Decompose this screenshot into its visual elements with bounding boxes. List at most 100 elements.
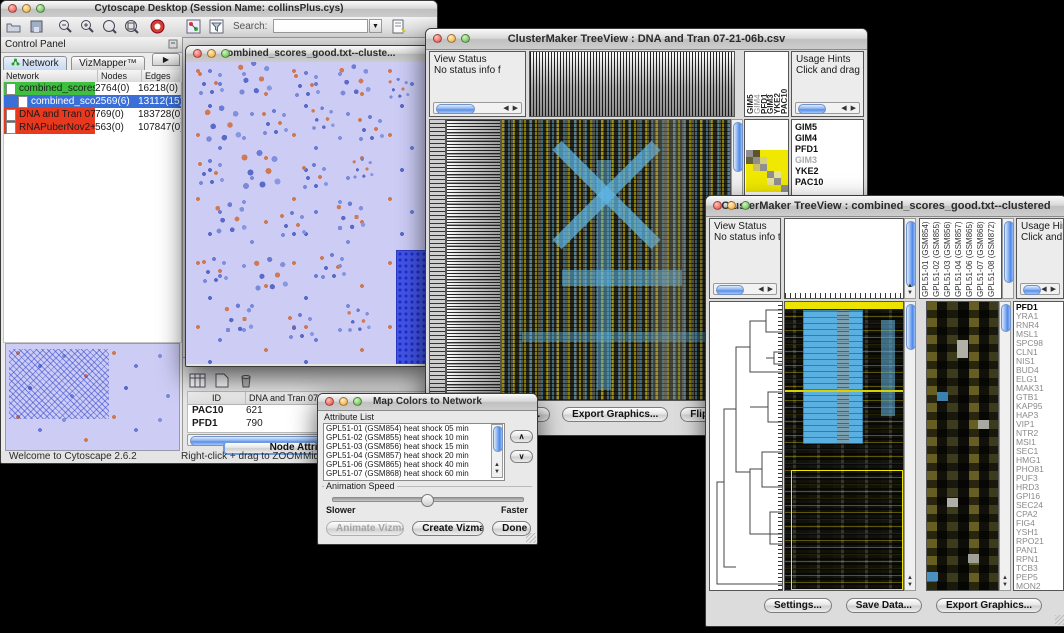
tv2-column-dendrogram[interactable]	[784, 218, 904, 299]
zoom-in-icon[interactable]	[79, 18, 96, 35]
float-panel-icon[interactable]	[168, 39, 178, 52]
zoom-button[interactable]	[36, 4, 45, 13]
network-canvas[interactable]	[186, 62, 429, 364]
tv2-labels-vscrollbar[interactable]	[1002, 218, 1014, 299]
tv2-zoom-heatmap[interactable]	[926, 301, 999, 591]
scroll-thumb[interactable]	[716, 285, 744, 295]
gene-label[interactable]: PAC10	[795, 177, 860, 188]
scroll-thumb[interactable]	[733, 122, 743, 172]
zoom-fit-icon[interactable]	[123, 18, 140, 35]
gene-label[interactable]: MON2	[1016, 582, 1061, 591]
minimize-button[interactable]	[22, 4, 31, 13]
tv2-column-vscrollbar[interactable]: ▲▼	[904, 218, 916, 299]
scroll-thumb[interactable]	[798, 104, 826, 114]
tv2-zoom-vscrollbar[interactable]: ▲▼	[999, 301, 1011, 591]
delete-attribute-icon[interactable]	[237, 372, 254, 389]
map-colors-titlebar[interactable]: Map Colors to Network	[318, 394, 537, 411]
attribute-list-item[interactable]: GPL51-07 (GSM868) heat shock 60 min	[324, 469, 504, 478]
tv1-row-dendrogram[interactable]	[446, 119, 501, 401]
close-button[interactable]	[433, 34, 442, 43]
move-down-button[interactable]: ∨	[510, 450, 533, 463]
tv2-heatmap-vscrollbar[interactable]: ▲▼	[904, 301, 916, 591]
resize-grip[interactable]	[526, 533, 536, 543]
attr-col-id[interactable]: ID	[188, 392, 246, 404]
main-titlebar[interactable]: Cytoscape Desktop (Session Name: collins…	[1, 1, 437, 18]
attribute-list-item[interactable]: GPL51-06 (GSM865) heat shock 40 min	[324, 460, 504, 469]
zoom-button[interactable]	[221, 49, 230, 58]
scroll-thumb[interactable]	[906, 221, 916, 287]
close-button[interactable]	[713, 201, 722, 210]
network-settings-icon[interactable]	[185, 18, 202, 35]
gene-label[interactable]: GIM5	[795, 122, 860, 133]
gene-label[interactable]: GIM3	[795, 155, 860, 166]
save-icon[interactable]	[28, 18, 45, 35]
tv1-global-tree-strip[interactable]	[429, 119, 446, 401]
tab-vizmapper[interactable]: VizMapper™	[71, 56, 145, 71]
close-button[interactable]	[325, 397, 334, 406]
dialog-button[interactable]: Animate Vizmap	[326, 521, 404, 536]
tv2-usage-hints-scrollbar[interactable]: ◀ ▶	[1020, 283, 1060, 295]
help-lifering-icon[interactable]	[149, 18, 166, 35]
tv2-action-button[interactable]: Settings...	[764, 598, 832, 613]
minimize-button[interactable]	[339, 397, 348, 406]
slider-thumb[interactable]	[421, 494, 434, 507]
col-edges[interactable]: Edges	[142, 70, 180, 82]
new-attribute-icon[interactable]	[213, 372, 230, 389]
tv1-heatmap[interactable]	[501, 119, 731, 401]
tv2-heatmap[interactable]	[784, 301, 904, 591]
attribute-listbox[interactable]: GPL51-01 (GSM854) heat shock 05 minGPL51…	[323, 423, 505, 481]
attribute-list-item[interactable]: GPL51-02 (GSM855) heat shock 10 min	[324, 433, 504, 442]
network-overview-panel[interactable]	[5, 343, 180, 451]
minimize-button[interactable]	[727, 201, 736, 210]
network-table-row[interactable]: DNA and Tran 07 769(0) 183728(0)	[4, 108, 181, 121]
move-up-button[interactable]: ∧	[510, 430, 533, 443]
attribute-list-vscrollbar[interactable]: ▲▼	[491, 424, 503, 478]
close-button[interactable]	[193, 49, 202, 58]
attribute-list-item[interactable]: GPL51-04 (GSM857) heat shock 20 min	[324, 451, 504, 460]
scroll-thumb[interactable]	[1023, 285, 1041, 295]
tv2-view-status-scrollbar[interactable]: ◀ ▶	[713, 283, 777, 295]
scroll-thumb[interactable]	[493, 426, 503, 452]
attribute-list-item[interactable]: GPL51-01 (GSM854) heat shock 05 min	[324, 424, 504, 433]
zoom-out-icon[interactable]	[57, 18, 74, 35]
network-view-titlebar[interactable]: combined_scores_good.txt--cluste...	[186, 46, 431, 63]
tv2-action-button[interactable]: Export Graphics...	[936, 598, 1042, 613]
report-icon[interactable]	[391, 18, 408, 35]
network-table-row[interactable]: combined_sco 2569(6) 13112(15)	[4, 95, 181, 108]
network-table-row[interactable]: combined_scores 2764(0) 16218(0)	[4, 82, 181, 95]
filter-icon[interactable]	[208, 18, 225, 35]
tv1-action-button[interactable]: Export Graphics...	[562, 407, 668, 422]
minimize-button[interactable]	[447, 34, 456, 43]
treeview-dna-titlebar[interactable]: ClusterMaker TreeView : DNA and Tran 07-…	[426, 29, 867, 50]
tv1-column-dendrogram[interactable]	[529, 51, 735, 117]
open-file-icon[interactable]	[5, 18, 22, 35]
scroll-thumb[interactable]	[436, 104, 475, 114]
zoom-button[interactable]	[461, 34, 470, 43]
tv2-row-dendrogram[interactable]	[709, 301, 783, 591]
scroll-thumb[interactable]	[906, 304, 916, 350]
animation-speed-slider[interactable]	[332, 497, 524, 502]
zoom-button[interactable]	[741, 201, 750, 210]
zoom-selected-icon[interactable]	[101, 18, 118, 35]
treeview-combined-titlebar[interactable]: ClusterMaker TreeView : combined_scores_…	[706, 196, 1064, 217]
zoom-button[interactable]	[353, 397, 362, 406]
tv1-view-status-scrollbar[interactable]: ◀ ▶	[433, 102, 522, 114]
minimize-button[interactable]	[207, 49, 216, 58]
tv2-action-button[interactable]: Save Data...	[846, 598, 922, 613]
tv1-usage-hints-scrollbar[interactable]: ◀ ▶	[795, 102, 860, 114]
search-dropdown-arrow[interactable]: ▼	[369, 19, 382, 33]
select-attributes-icon[interactable]	[189, 372, 206, 389]
scroll-thumb[interactable]	[1004, 221, 1014, 283]
tab-network[interactable]: Network	[3, 56, 67, 71]
scroll-thumb[interactable]	[1001, 304, 1011, 332]
gene-label[interactable]: YKE2	[795, 166, 860, 177]
network-table-row[interactable]: RNAPuberNov2+| 563(0) 107847(0)	[4, 121, 181, 134]
dialog-button[interactable]: Create Vizmap	[412, 521, 484, 536]
gene-label[interactable]: GIM4	[795, 133, 860, 144]
col-network[interactable]: Network	[3, 70, 98, 82]
col-nodes[interactable]: Nodes	[98, 70, 142, 82]
tab-overflow-button[interactable]: ▶	[152, 53, 180, 66]
attribute-list-item[interactable]: GPL51-03 (GSM856) heat shock 15 min	[324, 442, 504, 451]
search-input[interactable]	[273, 19, 368, 33]
resize-grip[interactable]	[1055, 615, 1064, 625]
